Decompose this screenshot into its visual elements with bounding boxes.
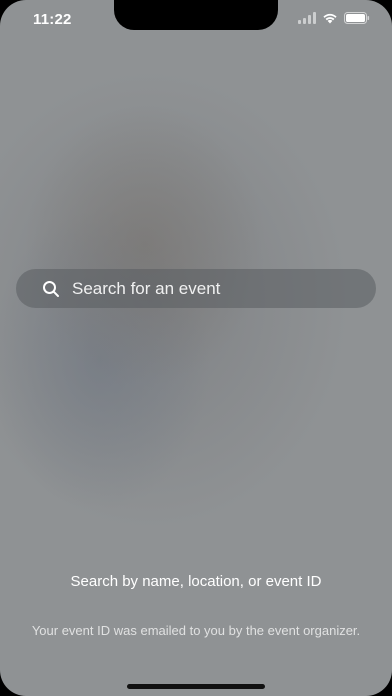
search-field[interactable] [16, 269, 376, 308]
status-icons [298, 12, 370, 24]
search-hint-title: Search by name, location, or event ID [70, 573, 322, 590]
event-search-screen: 11:22 Search for an event Search by name… [0, 0, 392, 696]
signal-icon [298, 12, 316, 24]
status-bar: 11:22 [0, 0, 392, 44]
search-icon [42, 280, 60, 298]
battery-icon [344, 12, 370, 24]
search-input[interactable] [72, 278, 352, 299]
device-notch [114, 0, 278, 30]
home-indicator[interactable] [127, 684, 265, 689]
status-time: 11:22 [33, 11, 72, 28]
wifi-icon [322, 12, 338, 24]
search-hint-subtitle: Your event ID was emailed to you by the … [31, 623, 361, 638]
